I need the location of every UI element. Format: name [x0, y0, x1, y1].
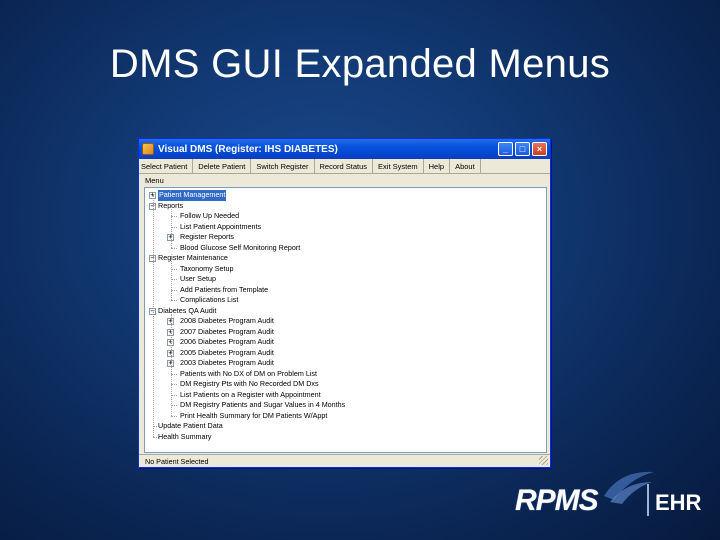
- tree-node-label: User Setup: [180, 274, 216, 283]
- tree-node-label: Print Health Summary for DM Patients W/A…: [180, 410, 328, 420]
- tree-subnode[interactable]: Taxonomy Setup: [145, 264, 546, 275]
- tree-subnode[interactable]: +2006 Diabetes Program Audit: [145, 337, 546, 348]
- tree-node[interactable]: Health Summary: [145, 432, 546, 443]
- tree-node-label: DM Registry Pts with No Recorded DM Dxs: [180, 379, 319, 388]
- tree-subnode[interactable]: DM Registry Patients and Sugar Values in…: [145, 400, 546, 411]
- tree-subnode[interactable]: +2005 Diabetes Program Audit: [145, 348, 546, 359]
- status-bar: No Patient Selected: [139, 454, 550, 467]
- resize-grip-icon[interactable]: [539, 456, 548, 465]
- tree-subnode[interactable]: List Patient Appointments: [145, 222, 546, 233]
- logo-rpms-text: RPMS: [515, 484, 599, 517]
- status-text: No Patient Selected: [145, 457, 209, 466]
- tree-node-label: 2008 Diabetes Program Audit: [180, 316, 274, 325]
- tree-subnode[interactable]: +2003 Diabetes Program Audit: [145, 358, 546, 369]
- tree-node[interactable]: + Patient Management: [145, 190, 546, 201]
- window-controls: _ □ ×: [498, 142, 547, 156]
- tree-node-label: Blood Glucose Self Monitoring Report: [180, 242, 301, 252]
- tree-node-label: Taxonomy Setup: [180, 263, 234, 273]
- tree-node-label: Diabetes QA Audit: [158, 305, 217, 315]
- window-title: Visual DMS (Register: IHS DIABETES): [158, 143, 338, 155]
- minimize-button[interactable]: _: [498, 142, 513, 156]
- tree-node-label: 2007 Diabetes Program Audit: [180, 326, 274, 336]
- menu-help[interactable]: Help: [424, 159, 451, 173]
- tree-node-label: List Patient Appointments: [180, 221, 262, 231]
- tree-node-label: 2003 Diabetes Program Audit: [180, 358, 274, 367]
- maximize-button[interactable]: □: [515, 142, 530, 156]
- tree-subnode[interactable]: Blood Glucose Self Monitoring Report: [145, 243, 546, 254]
- menu-tree[interactable]: + Patient Management − Reports Follow Up Nee…: [144, 187, 547, 453]
- tree-node-label: Add Patients from Template: [180, 284, 269, 294]
- tree-node[interactable]: Update Patient Data: [145, 421, 546, 432]
- tree-node-label: Register Reports: [180, 232, 234, 241]
- logo-divider: [647, 484, 649, 516]
- tree-node-label: 2005 Diabetes Program Audit: [180, 347, 274, 357]
- tree-node-label: Patients with No DX of DM on Problem Lis…: [180, 368, 318, 378]
- tree-connector: [171, 247, 177, 249]
- tree-node-label: DM Registry Patients and Sugar Values in…: [180, 400, 346, 409]
- menu-record-status[interactable]: Record Status: [315, 159, 374, 173]
- menu-exit-system[interactable]: Exit System: [373, 159, 424, 173]
- logo-ehr-text: EHR: [655, 490, 702, 515]
- close-button[interactable]: ×: [532, 142, 547, 156]
- tree-subnode[interactable]: Complications List: [145, 295, 546, 306]
- tree-node[interactable]: − Register Maintenance: [145, 253, 546, 264]
- tree-guide-line: [153, 195, 154, 437]
- tree-node-label: Update Patient Data: [158, 421, 223, 430]
- slide-title: DMS GUI Expanded Menus: [109, 42, 611, 86]
- tree-subnode[interactable]: Add Patients from Template: [145, 285, 546, 296]
- tree-guide-line: [171, 261, 172, 300]
- tree-subnode[interactable]: DM Registry Pts with No Recorded DM Dxs: [145, 379, 546, 390]
- tree-node[interactable]: − Reports: [145, 201, 546, 212]
- tree-node-label: Follow Up Needed: [180, 211, 240, 220]
- tree-node-label: Register Maintenance: [158, 253, 228, 262]
- tree-subnode[interactable]: Print Health Summary for DM Patients W/A…: [145, 411, 546, 422]
- menu-about[interactable]: About: [450, 159, 481, 173]
- tree-node-label: List Patients on a Register with Appoint…: [180, 389, 321, 399]
- tree-subnode[interactable]: User Setup: [145, 274, 546, 285]
- tree-node-label: Patient Management: [158, 190, 227, 201]
- visual-dms-window: Visual DMS (Register: IHS DIABETES) _ □ …: [138, 138, 551, 468]
- tree-node-label: Complications List: [180, 295, 239, 304]
- menu-switch-register[interactable]: Switch Register: [251, 159, 315, 173]
- app-icon: [142, 143, 154, 155]
- tree-subnode[interactable]: +2008 Diabetes Program Audit: [145, 316, 546, 327]
- rpms-ehr-logo: RPMS EHR: [515, 478, 710, 526]
- tree-node-label: Health Summary: [158, 431, 212, 441]
- tree-connector: [171, 415, 177, 417]
- menu-select-patient[interactable]: Select Patient: [139, 159, 194, 173]
- menu-delete-patient[interactable]: Delete Patient: [193, 159, 252, 173]
- tree-subnode[interactable]: List Patients on a Register with Appoint…: [145, 390, 546, 401]
- window-titlebar[interactable]: Visual DMS (Register: IHS DIABETES) _ □ …: [139, 139, 550, 159]
- tree-node[interactable]: − Diabetes QA Audit: [145, 306, 546, 317]
- tree-subnode[interactable]: +2007 Diabetes Program Audit: [145, 327, 546, 338]
- tree-guide-line: [171, 208, 172, 248]
- tree-subnode[interactable]: Follow Up Needed: [145, 211, 546, 222]
- tree-guide-line: [171, 313, 172, 416]
- menu-panel-label: Menu: [145, 176, 164, 185]
- tree-connector: [171, 300, 177, 301]
- tree-subnode[interactable]: Patients with No DX of DM on Problem Lis…: [145, 369, 546, 380]
- tree-node-label: 2006 Diabetes Program Audit: [180, 337, 274, 346]
- menubar: Select Patient Delete Patient Switch Reg…: [139, 159, 550, 174]
- tree-subnode[interactable]: + Register Reports: [145, 232, 546, 243]
